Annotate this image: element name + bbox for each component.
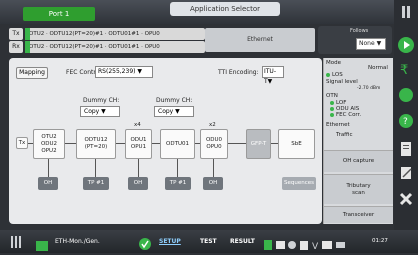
tie-tp-1	[95, 159, 96, 177]
block-gfpt[interactable]: GFP-T	[246, 129, 271, 159]
clock: 01:27	[372, 238, 388, 244]
tp-button-1[interactable]: TP #1	[83, 177, 109, 190]
follows-select[interactable]: None ▼	[356, 38, 386, 50]
tributary-scan-button[interactable]: Tributary scan	[324, 174, 393, 204]
los-label: LOS	[332, 72, 343, 78]
result-tab[interactable]: RESULT	[230, 238, 255, 245]
mapping-button[interactable]: Mapping	[16, 67, 48, 79]
rx-lane-label: Rx	[9, 41, 23, 53]
tie-tp-2	[177, 159, 178, 177]
block-odtu12[interactable]: ODTU12 (PT=20)	[76, 129, 116, 159]
dummy-ch-value-1: Copy	[84, 108, 100, 115]
tx-lane-path[interactable]: OTU2 · ODTU12(PT=20)#1 · ODTU01#1 · OPU0	[25, 28, 205, 40]
rx-lane-indicator	[25, 41, 30, 53]
tx-lane-indicator	[25, 28, 30, 40]
run-icon[interactable]: ₹	[397, 60, 415, 78]
follows-value: None	[359, 40, 375, 47]
tie-oh-2	[138, 159, 139, 177]
multiplier-x4: x4	[134, 122, 141, 128]
oh-button-3[interactable]: OH	[203, 177, 223, 190]
fec-corr-label: FEC Corr.	[336, 112, 362, 118]
oh-capture-button[interactable]: OH capture	[324, 150, 393, 172]
transceiver-button[interactable]: Transceiver	[324, 206, 393, 223]
dummy-ch-label-2: Dummy CH:	[156, 97, 193, 104]
tray-status-icons: V	[264, 236, 364, 255]
mode-label: Mode	[326, 60, 341, 66]
oh-button-1[interactable]: OH	[38, 177, 58, 190]
block-odtu01[interactable]: ODTU01	[160, 129, 195, 159]
report-icon[interactable]	[397, 140, 415, 158]
setup-tab[interactable]: SETUP	[159, 238, 181, 245]
lof-led	[330, 101, 334, 105]
otn-label: OTN	[326, 93, 338, 99]
ethernet-label: Ethernet	[326, 122, 350, 128]
svg-text:?: ?	[403, 117, 408, 127]
signal-level-value: -2.70 dBm	[357, 86, 381, 91]
dummy-ch-select-1[interactable]: Copy ▼	[80, 106, 120, 117]
menu-bars-icon[interactable]	[10, 234, 22, 253]
fec-corr-led	[330, 113, 334, 117]
svg-text:V: V	[312, 242, 319, 251]
odu-ais-led	[330, 107, 334, 111]
status-ok-icon	[139, 235, 151, 254]
traffic-label: Traffic	[336, 132, 353, 138]
follows-label: Follows	[350, 28, 369, 34]
block-sbe[interactable]: SbE	[278, 129, 315, 159]
block-odu1[interactable]: ODU1 OPU1	[125, 129, 152, 159]
tie-oh-3	[213, 159, 214, 177]
dummy-ch-select-2[interactable]: Copy ▼	[154, 106, 194, 117]
block-tx[interactable]: Tx	[16, 137, 28, 149]
tx-lane-label: Tx	[9, 28, 23, 40]
block-otu2[interactable]: OTU2 ODU2 OPU2	[33, 129, 65, 159]
help-icon[interactable]: ?	[397, 112, 415, 130]
signal-level-label: Signal level	[326, 79, 358, 85]
fec-value: RS(255,239)	[98, 68, 136, 75]
multiplier-x2: x2	[209, 122, 216, 128]
dummy-ch-value-2: Copy	[158, 108, 174, 115]
client-ethernet[interactable]: Ethernet	[205, 28, 315, 52]
status-led-icon	[397, 86, 415, 104]
rx-lane-path[interactable]: OTU2 · ODTU12(PT=20)#1 · ODTU01#1 · OPU0	[25, 41, 205, 53]
tti-encoding-label: TTI Encoding:	[218, 69, 259, 76]
los-led	[326, 73, 330, 77]
close-icon[interactable]	[397, 190, 415, 208]
port-tab[interactable]: Port 1	[23, 7, 95, 21]
test-tab[interactable]: TEST	[200, 238, 217, 245]
device-icon	[36, 236, 48, 255]
dummy-ch-label-1: Dummy CH:	[83, 97, 120, 104]
fec-control-select[interactable]: RS(255,239) ▼	[95, 66, 153, 78]
edit-icon[interactable]	[397, 164, 415, 182]
tti-encoding-select[interactable]: ITU-T▼	[262, 66, 284, 85]
mode-value: Normal	[368, 65, 388, 71]
device-name[interactable]: ETH-Mon./Gen.	[55, 238, 100, 245]
app-selector-title[interactable]: Application Selector	[170, 2, 280, 16]
play-icon[interactable]	[397, 36, 415, 54]
block-odu0[interactable]: ODU0 OPU0	[200, 129, 228, 159]
tp-button-2[interactable]: TP #1	[165, 177, 191, 190]
svg-text:₹: ₹	[400, 63, 408, 78]
sequences-button[interactable]: Sequences	[282, 177, 316, 190]
tie-oh-1	[48, 159, 49, 177]
pause-icon[interactable]	[397, 3, 415, 21]
oh-button-2[interactable]: OH	[128, 177, 148, 190]
